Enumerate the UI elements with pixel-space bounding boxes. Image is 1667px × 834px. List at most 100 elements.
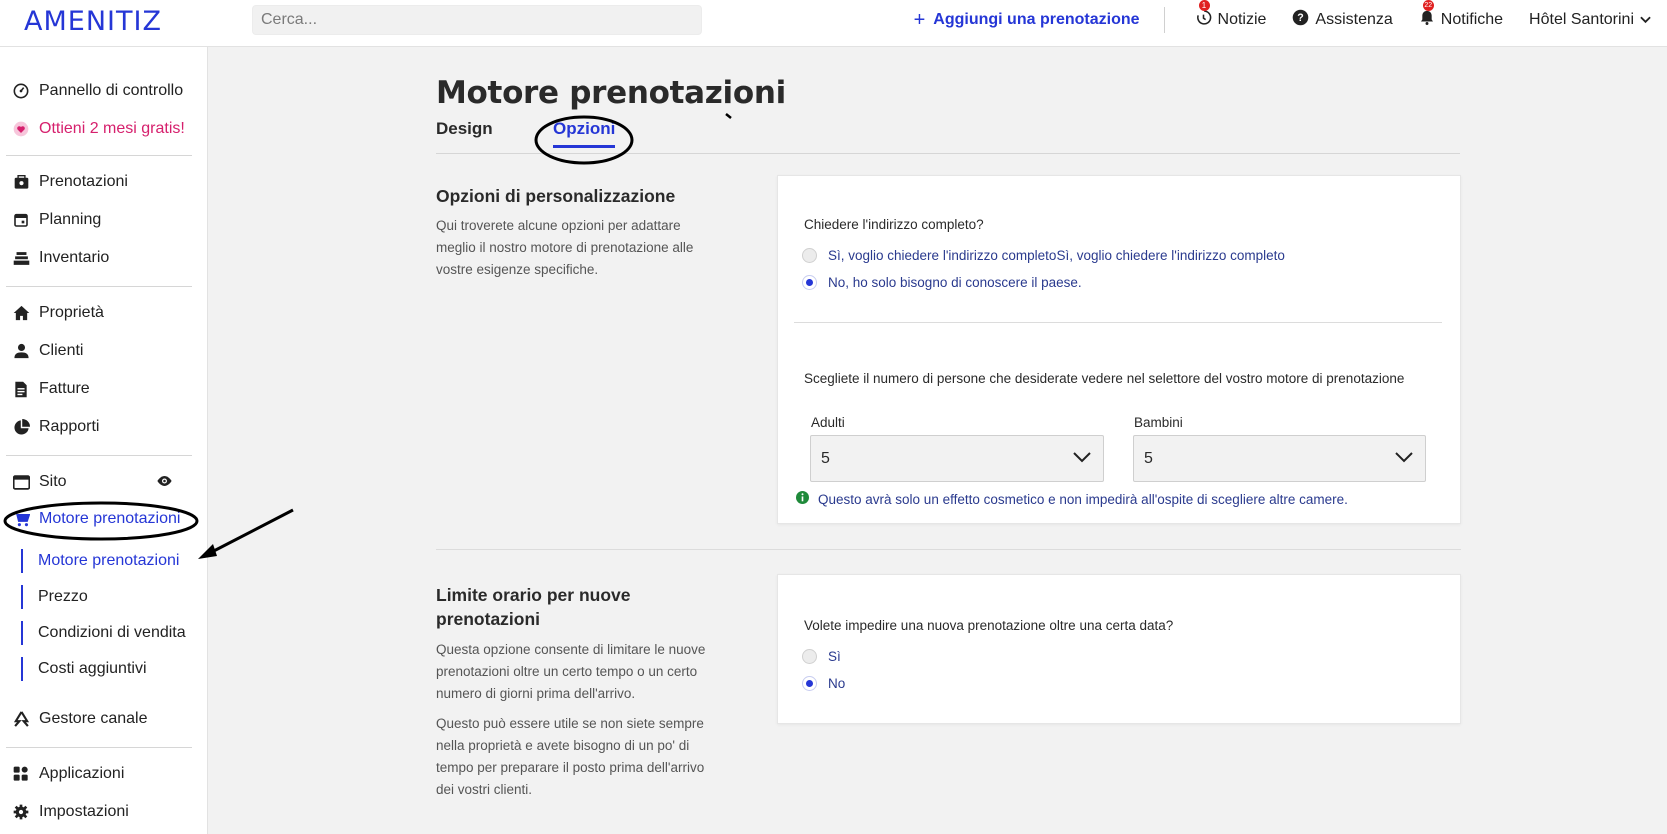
- amenitiz-logo[interactable]: AMENITIZ: [24, 6, 162, 37]
- chevron-down-icon: [1640, 11, 1651, 29]
- divider: [6, 455, 192, 456]
- sidebar-item-property[interactable]: Proprietà: [12, 302, 104, 324]
- sidebar-subitem-booking-engine[interactable]: Motore prenotazioni: [21, 549, 179, 573]
- children-select[interactable]: 5: [1133, 435, 1426, 482]
- sidebar-item-planning[interactable]: Planning: [12, 209, 101, 231]
- sidebar-item-label: Motore prenotazioni: [39, 510, 180, 528]
- add-booking-button[interactable]: + Aggiungi una prenotazione: [914, 9, 1140, 32]
- time-limit-question: Volete impedire una nuova prenotazione o…: [804, 618, 1173, 633]
- news-badge: 1: [1199, 0, 1210, 11]
- notifications-label: Notifiche: [1441, 11, 1503, 29]
- sidebar-subitem-sales-conditions[interactable]: Condizioni di vendita: [21, 621, 186, 645]
- card-divider: [794, 322, 1442, 323]
- sidebar-item-bookings[interactable]: Prenotazioni: [12, 171, 128, 193]
- news-button[interactable]: 1 Notizie: [1195, 9, 1267, 31]
- sidebar-item-label: Planning: [39, 211, 101, 229]
- sidebar-item-label: Impostazioni: [39, 803, 129, 821]
- sidebar-item-invoices[interactable]: Fatture: [12, 378, 90, 400]
- sidebar-item-label: Gestore canale: [39, 710, 148, 728]
- sidebar-item-label: Proprietà: [39, 304, 104, 322]
- sidebar-subitem-extra-costs[interactable]: Costi aggiuntivi: [21, 657, 147, 681]
- sidebar-item-label: Applicazioni: [39, 765, 124, 783]
- help-label: Assistenza: [1315, 11, 1392, 29]
- pie-chart-icon: [12, 418, 30, 436]
- address-option-no[interactable]: No, ho solo bisogno di conoscere il paes…: [802, 275, 1082, 290]
- time-limit-card: Volete impedire una nuova prenotazione o…: [777, 574, 1461, 724]
- address-question: Chiedere l'indirizzo completo?: [804, 217, 984, 232]
- sidebar-item-settings[interactable]: Impostazioni: [12, 801, 129, 823]
- adults-select[interactable]: 5: [810, 435, 1104, 482]
- question-icon: ?: [1292, 9, 1309, 31]
- tabs-divider: [436, 153, 1460, 154]
- news-label: Notizie: [1218, 11, 1267, 29]
- search-input[interactable]: [252, 5, 702, 35]
- sidebar-item-label: Ottieni 2 mesi gratis!: [39, 120, 185, 138]
- sidebar-subitem-price[interactable]: Prezzo: [21, 585, 88, 609]
- chevron-down-icon: [1395, 450, 1413, 468]
- tab-design[interactable]: Design: [436, 119, 493, 139]
- notifications-button[interactable]: 22 Notifiche: [1419, 9, 1503, 31]
- adults-value: 5: [821, 450, 830, 468]
- radio-button[interactable]: [802, 676, 817, 691]
- browser-icon: [12, 473, 30, 491]
- sidebar-item-channel-manager[interactable]: Gestore canale: [12, 708, 148, 730]
- add-booking-label: Aggiungi una prenotazione: [933, 11, 1139, 29]
- time-limit-option-no[interactable]: No: [802, 676, 845, 691]
- sidebar-item-label: Sito: [39, 473, 67, 491]
- address-option-yes[interactable]: Sì, voglio chiedere l'indirizzo completo…: [802, 248, 1285, 263]
- history-icon: 1: [1195, 9, 1212, 31]
- sidebar-item-label: Prenotazioni: [39, 173, 128, 191]
- bookings-icon: [12, 173, 30, 191]
- svg-text:?: ?: [1298, 12, 1304, 24]
- time-limit-option-yes[interactable]: Sì: [802, 649, 841, 664]
- top-bar: AMENITIZ + Aggiungi una prenotazione 1 N…: [0, 0, 1667, 47]
- hotel-selector[interactable]: Hôtel Santorini: [1529, 11, 1651, 29]
- section-divider: [436, 549, 1461, 550]
- sidebar-item-site[interactable]: Sito: [12, 471, 67, 493]
- sidebar-item-label: Clienti: [39, 342, 83, 360]
- radio-button[interactable]: [802, 275, 817, 290]
- sidebar-item-label: Pannello di controllo: [39, 82, 183, 100]
- main-content: Motore prenotazioni Design Opzioni Opzio…: [208, 47, 1667, 834]
- channel-manager-icon: [12, 710, 30, 728]
- chevron-down-icon: [1073, 450, 1091, 468]
- adults-label: Adulti: [811, 415, 845, 430]
- sidebar-item-clients[interactable]: Clienti: [12, 340, 83, 362]
- customization-card: Chiedere l'indirizzo completo? Sì, vogli…: [777, 175, 1461, 524]
- sidebar-item-inventory[interactable]: Inventario: [12, 247, 109, 269]
- cart-icon: [12, 510, 30, 528]
- help-button[interactable]: ? Assistenza: [1292, 9, 1392, 31]
- invoice-icon: [12, 380, 30, 398]
- dashboard-icon: [12, 82, 30, 100]
- plus-icon: +: [914, 9, 926, 32]
- hotel-name: Hôtel Santorini: [1529, 11, 1634, 29]
- tab-options[interactable]: Opzioni: [553, 119, 615, 148]
- sidebar-item-reports[interactable]: Rapporti: [12, 416, 99, 438]
- children-label: Bambini: [1134, 415, 1183, 430]
- radio-label: Sì: [828, 649, 841, 664]
- apps-icon: [12, 765, 30, 783]
- sidebar-item-dashboard[interactable]: Pannello di controllo: [12, 80, 183, 102]
- people-question: Scegliete il numero di persone che desid…: [804, 371, 1404, 386]
- sidebar-item-applications[interactable]: Applicazioni: [12, 763, 124, 785]
- sidebar-item-label: Rapporti: [39, 418, 99, 436]
- divider: [6, 747, 192, 748]
- section-title-time-limit: Limite orario per nuove prenotazioni: [436, 583, 676, 631]
- notifications-badge: 22: [1423, 0, 1434, 11]
- sidebar-item-label: Fatture: [39, 380, 90, 398]
- section-desc-customization: Qui troverete alcune opzioni per adattar…: [436, 215, 721, 281]
- sidebar-item-booking-engine[interactable]: Motore prenotazioni: [12, 508, 180, 530]
- radio-button[interactable]: [802, 649, 817, 664]
- home-icon: [12, 304, 30, 322]
- sidebar: Pannello di controllo Ottieni 2 mesi gra…: [0, 47, 208, 834]
- cosmetic-info-note: Questo avrà solo un effetto cosmetico e …: [796, 491, 1348, 507]
- section-desc-time-limit-2: Questo può essere utile se non siete sem…: [436, 713, 721, 801]
- sidebar-item-promo[interactable]: Ottieni 2 mesi gratis!: [12, 118, 185, 140]
- clients-icon: [12, 342, 30, 360]
- radio-label: No, ho solo bisogno di conoscere il paes…: [828, 275, 1082, 290]
- divider: [6, 286, 192, 287]
- calendar-icon: [12, 211, 30, 229]
- preview-eye-icon[interactable]: [156, 474, 173, 492]
- radio-button[interactable]: [802, 248, 817, 263]
- radio-label: No: [828, 676, 845, 691]
